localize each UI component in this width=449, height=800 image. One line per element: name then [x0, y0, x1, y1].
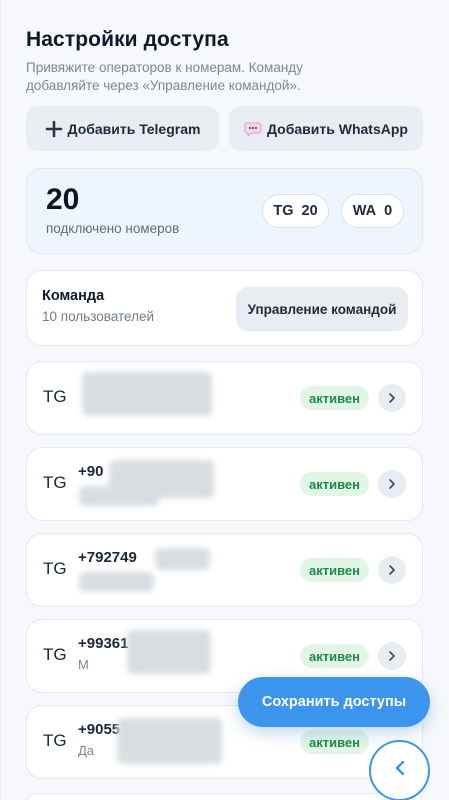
redacted-area: [117, 718, 222, 764]
chevron-right-icon[interactable]: [378, 470, 406, 498]
team-title: Команда: [42, 288, 105, 304]
page-title: Настройки доступа: [26, 28, 229, 51]
tg-pill-label: TG: [273, 203, 294, 219]
status-badge: активен: [300, 644, 369, 668]
status-badge: активен: [300, 472, 369, 496]
number-phone: +792749: [78, 549, 137, 566]
number-row[interactable]: TG +90 активен: [26, 447, 423, 521]
add-telegram-label: Добавить Telegram: [67, 120, 201, 137]
status-badge: активен: [300, 730, 369, 754]
number-phone: +90: [78, 463, 104, 480]
add-telegram-button[interactable]: Добавить Telegram: [26, 106, 219, 151]
chat-bubble-icon: [244, 120, 262, 138]
status-badge: активен: [300, 558, 369, 582]
redacted-area: [79, 572, 154, 592]
chevron-left-icon: [393, 759, 407, 782]
number-type: TG: [43, 473, 67, 492]
number-row[interactable]: TG +792749 активен: [26, 533, 423, 607]
number-phone: +99361: [78, 635, 129, 652]
save-access-button[interactable]: Сохранить доступы: [238, 677, 430, 727]
plus-icon: [45, 120, 63, 138]
redacted-area: [127, 630, 211, 674]
team-card: Команда 10 пользователей Управление кома…: [26, 270, 423, 346]
number-type: TG: [43, 645, 67, 664]
number-type: TG: [43, 731, 67, 750]
wa-pill-label: WA: [352, 203, 377, 219]
chevron-right-icon[interactable]: [378, 642, 406, 670]
number-type: TG: [43, 559, 67, 578]
add-whatsapp-label: Добавить WhatsApp: [267, 120, 408, 137]
connected-count: 20: [46, 183, 80, 216]
number-type: TG: [43, 387, 67, 406]
tg-pill-count: 20: [301, 203, 318, 219]
number-row[interactable]: TG активен: [26, 361, 423, 435]
wa-pill-count: 0: [384, 203, 393, 219]
team-user-count: 10 пользователей: [42, 309, 154, 324]
redacted-area: [82, 372, 212, 416]
redacted-area: [155, 548, 210, 570]
connected-label: подключено номеров: [46, 221, 180, 236]
number-owner-name: М: [78, 657, 89, 672]
chevron-right-icon[interactable]: [378, 556, 406, 584]
manage-team-button[interactable]: Управление командой: [236, 287, 408, 331]
number-owner-name: Да: [78, 743, 95, 758]
tg-count-pill: TG 20: [262, 194, 329, 228]
back-button[interactable]: [369, 740, 430, 800]
number-phone: +9055: [78, 721, 121, 738]
chevron-right-icon[interactable]: [378, 384, 406, 412]
status-badge: активен: [300, 386, 369, 410]
connected-numbers-summary: 20 подключено номеров TG 20 WA 0: [26, 168, 423, 254]
redacted-area: [79, 486, 159, 506]
number-row-partial: [26, 793, 423, 800]
wa-count-pill: WA 0: [341, 194, 404, 228]
page-subtitle: Привяжите операторов к номерам. Команду …: [26, 60, 303, 93]
add-whatsapp-button[interactable]: Добавить WhatsApp: [229, 106, 423, 151]
